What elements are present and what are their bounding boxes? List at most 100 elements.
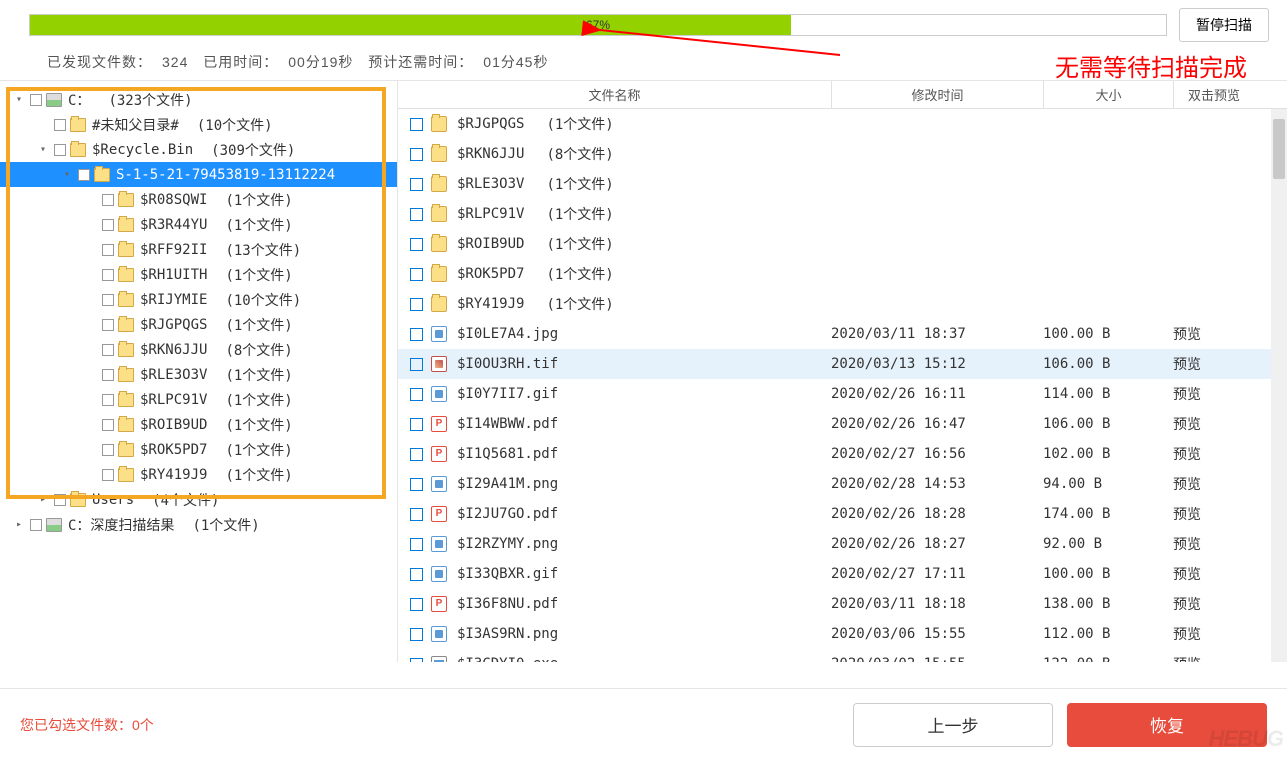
tree-item[interactable]: $RFF92II(13个文件) (0, 237, 397, 262)
tree-checkbox[interactable] (102, 269, 114, 281)
file-row[interactable]: $I3AS9RN.png2020/03/06 15:55112.00 B预览 (398, 619, 1287, 649)
tree-item[interactable]: $RLPC91V(1个文件) (0, 387, 397, 412)
file-checkbox[interactable] (410, 178, 423, 191)
file-row[interactable]: $I33QBXR.gif2020/02/27 17:11100.00 B预览 (398, 559, 1287, 589)
tree-checkbox[interactable] (102, 219, 114, 231)
preview-link[interactable]: 预览 (1173, 654, 1287, 662)
file-checkbox[interactable] (410, 478, 423, 491)
preview-link[interactable]: 预览 (1173, 534, 1287, 554)
file-checkbox[interactable] (410, 598, 423, 611)
file-checkbox[interactable] (410, 568, 423, 581)
file-row[interactable]: $RJGPQGS(1个文件) (398, 109, 1287, 139)
file-row[interactable]: $I29A41M.png2020/02/28 14:5394.00 B预览 (398, 469, 1287, 499)
tree-item[interactable]: $R3R44YU(1个文件) (0, 212, 397, 237)
list-scrollbar[interactable] (1271, 109, 1287, 662)
tree-checkbox[interactable] (102, 244, 114, 256)
tree-checkbox[interactable] (30, 519, 42, 531)
pause-scan-button[interactable]: 暂停扫描 (1179, 8, 1269, 42)
file-checkbox[interactable] (410, 418, 423, 431)
tree-item[interactable]: ▾$Recycle.Bin(309个文件) (0, 137, 397, 162)
file-row[interactable]: $RKN6JJU(8个文件) (398, 139, 1287, 169)
tree-item[interactable]: $RH1UITH(1个文件) (0, 262, 397, 287)
tree-checkbox[interactable] (102, 444, 114, 456)
tree-checkbox[interactable] (78, 169, 90, 181)
file-checkbox[interactable] (410, 508, 423, 521)
tree-checkbox[interactable] (102, 369, 114, 381)
col-size[interactable]: 大小 (1044, 81, 1174, 108)
preview-link[interactable]: 预览 (1173, 444, 1287, 464)
tree-item[interactable]: ▾S-1-5-21-79453819-13112224 (0, 162, 397, 187)
preview-link[interactable]: 预览 (1173, 564, 1287, 584)
file-checkbox[interactable] (410, 448, 423, 461)
file-row[interactable]: $I0Y7II7.gif2020/02/26 16:11114.00 B预览 (398, 379, 1287, 409)
file-row[interactable]: $I1Q5681.pdf2020/02/27 16:56102.00 B预览 (398, 439, 1287, 469)
tree-item[interactable]: $ROK5PD7(1个文件) (0, 437, 397, 462)
file-checkbox[interactable] (410, 358, 423, 371)
expander-icon[interactable]: ▸ (12, 519, 26, 530)
file-row[interactable]: $RLE3O3V(1个文件) (398, 169, 1287, 199)
tree-item[interactable]: $R08SQWI(1个文件) (0, 187, 397, 212)
file-row[interactable]: $I2JU7GO.pdf2020/02/26 18:28174.00 B预览 (398, 499, 1287, 529)
preview-link[interactable]: 预览 (1173, 324, 1287, 344)
tree-checkbox[interactable] (102, 394, 114, 406)
tree-item[interactable]: $RKN6JJU(8个文件) (0, 337, 397, 362)
tree-checkbox[interactable] (30, 94, 42, 106)
expander-icon[interactable]: ▸ (36, 494, 50, 505)
tree-item[interactable]: ▾C：(323个文件) (0, 87, 397, 112)
expander-icon[interactable]: ▾ (12, 94, 26, 105)
file-row[interactable]: $I36F8NU.pdf2020/03/11 18:18138.00 B预览 (398, 589, 1287, 619)
file-row[interactable]: $I0OU3RH.tif2020/03/13 15:12106.00 B预览 (398, 349, 1287, 379)
tree-item[interactable]: ▸C：深度扫描结果(1个文件) (0, 512, 397, 537)
col-preview[interactable]: 双击预览 (1174, 81, 1287, 108)
tree-item[interactable]: $RJGPQGS(1个文件) (0, 312, 397, 337)
file-row[interactable]: $RY419J9(1个文件) (398, 289, 1287, 319)
file-checkbox[interactable] (410, 148, 423, 161)
expander-icon[interactable]: ▾ (36, 144, 50, 155)
tree-item[interactable]: #未知父目录#(10个文件) (0, 112, 397, 137)
file-row[interactable]: $ROK5PD7(1个文件) (398, 259, 1287, 289)
tree-checkbox[interactable] (102, 319, 114, 331)
preview-link[interactable]: 预览 (1173, 474, 1287, 494)
tree-checkbox[interactable] (102, 344, 114, 356)
file-row[interactable]: $RLPC91V(1个文件) (398, 199, 1287, 229)
tree-item[interactable]: $RLE3O3V(1个文件) (0, 362, 397, 387)
file-row[interactable]: $I2RZYMY.png2020/02/26 18:2792.00 B预览 (398, 529, 1287, 559)
file-checkbox[interactable] (410, 628, 423, 641)
preview-link[interactable]: 预览 (1173, 414, 1287, 434)
file-row[interactable]: $ROIB9UD(1个文件) (398, 229, 1287, 259)
file-checkbox[interactable] (410, 208, 423, 221)
file-checkbox[interactable] (410, 118, 423, 131)
col-date[interactable]: 修改时间 (832, 81, 1044, 108)
tree-checkbox[interactable] (54, 119, 66, 131)
file-checkbox[interactable] (410, 538, 423, 551)
preview-link[interactable]: 预览 (1173, 504, 1287, 524)
tree-item[interactable]: $RIJYMIE(10个文件) (0, 287, 397, 312)
tree-checkbox[interactable] (102, 419, 114, 431)
file-checkbox[interactable] (410, 658, 423, 663)
tree-checkbox[interactable] (102, 294, 114, 306)
tree-item[interactable]: ▸Users(4个文件) (0, 487, 397, 512)
preview-link[interactable]: 预览 (1173, 624, 1287, 644)
tree-checkbox[interactable] (102, 194, 114, 206)
file-checkbox[interactable] (410, 238, 423, 251)
file-checkbox[interactable] (410, 268, 423, 281)
tree-item[interactable]: $RY419J9(1个文件) (0, 462, 397, 487)
tree-checkbox[interactable] (54, 144, 66, 156)
preview-link[interactable]: 预览 (1173, 354, 1287, 374)
folder-icon (431, 266, 447, 282)
scroll-thumb[interactable] (1273, 119, 1285, 179)
file-checkbox[interactable] (410, 298, 423, 311)
previous-button[interactable]: 上一步 (853, 703, 1053, 747)
tree-checkbox[interactable] (54, 494, 66, 506)
file-checkbox[interactable] (410, 328, 423, 341)
preview-link[interactable]: 预览 (1173, 384, 1287, 404)
file-checkbox[interactable] (410, 388, 423, 401)
expander-icon[interactable]: ▾ (60, 169, 74, 180)
tree-checkbox[interactable] (102, 469, 114, 481)
file-row[interactable]: $I14WBWW.pdf2020/02/26 16:47106.00 B预览 (398, 409, 1287, 439)
file-row[interactable]: $I3CDYI0.exe2020/03/02 15:55122.00 B预览 (398, 649, 1287, 662)
preview-link[interactable]: 预览 (1173, 594, 1287, 614)
tree-item[interactable]: $ROIB9UD(1个文件) (0, 412, 397, 437)
file-row[interactable]: $I0LE7A4.jpg2020/03/11 18:37100.00 B预览 (398, 319, 1287, 349)
col-filename[interactable]: 文件名称 (398, 81, 832, 108)
